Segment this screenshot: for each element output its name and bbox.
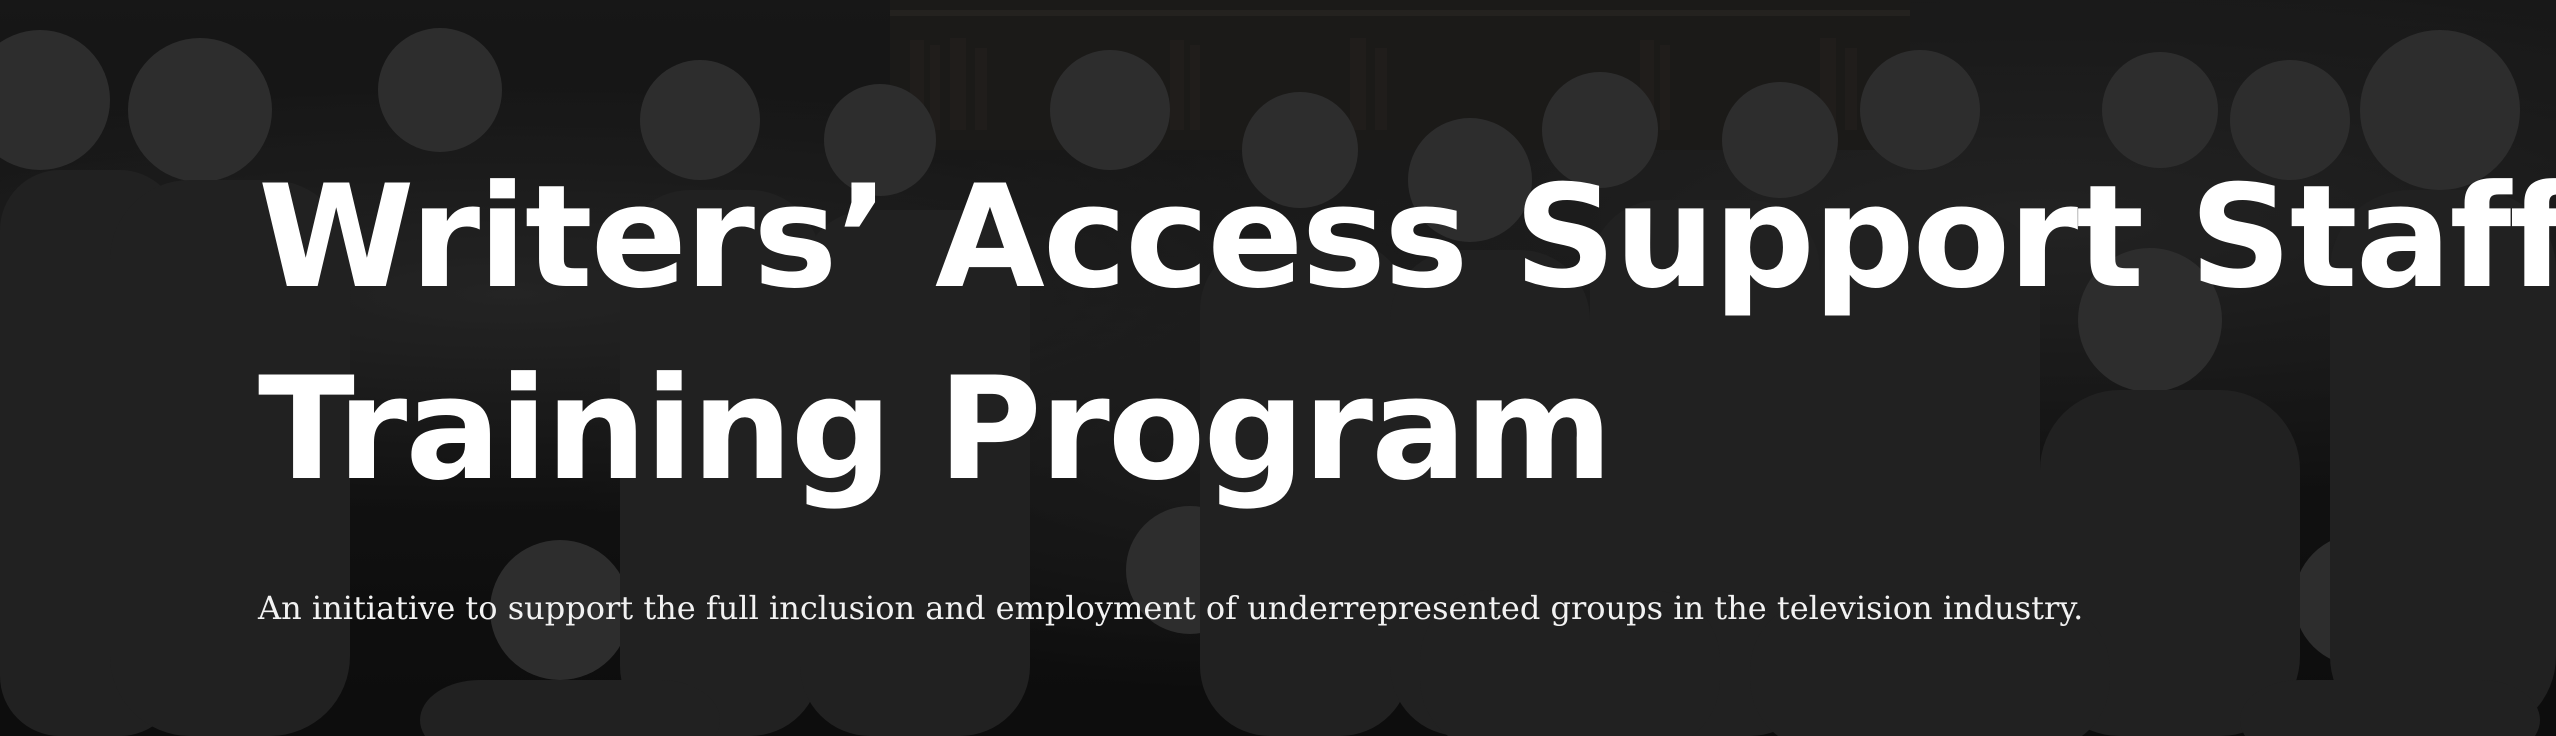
hero-content: Writers’ Access Support Staff Training P… [258, 142, 2556, 630]
page-subtitle: An initiative to support the full inclus… [258, 589, 2084, 627]
page-title: Writers’ Access Support Staff Training P… [258, 142, 2556, 526]
hero-banner: Writers’ Access Support Staff Training P… [0, 0, 2556, 736]
page-title-line-1: Writers’ Access Support Staff [258, 155, 2556, 320]
page-title-line-2: Training Program [258, 347, 1613, 512]
